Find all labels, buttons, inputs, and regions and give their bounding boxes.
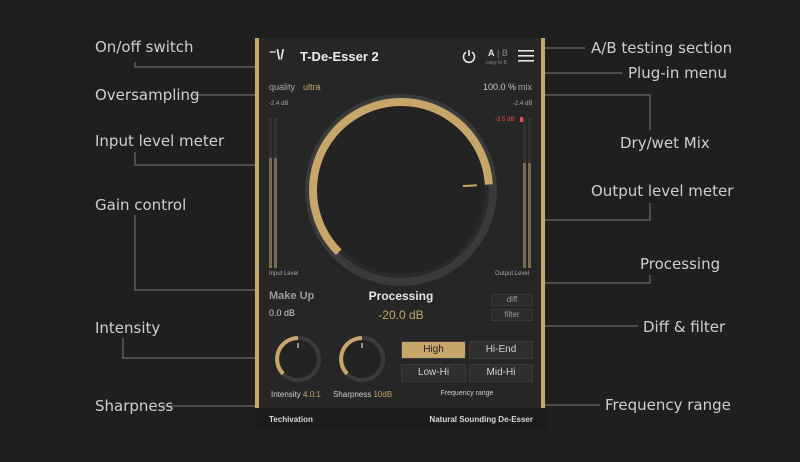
mix-label: mix — [518, 82, 532, 92]
input-level-label: Input Level — [269, 271, 299, 277]
plugin-footer: Techivation Natural Sounding De-Esser — [255, 408, 547, 430]
ab-copy-label[interactable]: copy to B — [486, 60, 507, 66]
output-level-label: Output Level — [495, 271, 530, 277]
footer-tagline: Natural Sounding De-Esser — [429, 415, 533, 424]
freq-hi-end-button[interactable]: Hi-End — [469, 341, 533, 359]
frequency-range-label: Frequency range — [440, 390, 494, 397]
footer-brand: Techivation — [269, 415, 313, 424]
power-icon — [462, 50, 476, 64]
intensity-label-text: Intensity — [271, 390, 301, 399]
callout-oversampling: Oversampling — [95, 86, 200, 104]
output-level-meter — [523, 118, 532, 268]
callout-ab-testing: A/B testing section — [591, 39, 733, 57]
sharpness-value[interactable]: 10dB — [373, 390, 392, 399]
freq-low-hi-button[interactable]: Low-Hi — [401, 364, 466, 382]
power-button[interactable] — [461, 48, 477, 64]
intensity-knob[interactable] — [273, 334, 323, 384]
sharpness-knob[interactable] — [337, 334, 387, 384]
sharpness-label: Sharpness 10dB — [333, 390, 392, 399]
plugin-logo: ⁻\/ — [269, 46, 285, 62]
filter-button[interactable]: filter — [491, 309, 533, 321]
callout-on-off-switch: On/off switch — [95, 38, 194, 56]
plugin-window: ⁻\/ T-De-Esser 2 A | B copy to B quality… — [255, 38, 547, 430]
plugin-title: T-De-Esser 2 — [300, 49, 379, 64]
input-level-meter — [269, 118, 278, 268]
sharpness-label-text: Sharpness — [333, 390, 372, 399]
output-db-readout: -2.4 dB — [513, 101, 533, 107]
callout-diff-filter: Diff & filter — [643, 318, 726, 336]
right-accent-bar — [541, 38, 545, 430]
ab-a[interactable]: A — [488, 48, 495, 58]
callout-frequency-range: Frequency range — [605, 396, 731, 414]
intensity-label: Intensity 4.0:1 — [271, 390, 321, 399]
processing-knob[interactable] — [303, 92, 499, 288]
ab-b[interactable]: B — [502, 48, 508, 58]
ab-separator: | — [497, 48, 500, 58]
input-db-readout: -2.4 dB — [269, 101, 289, 107]
left-accent-bar — [255, 38, 259, 430]
callout-sharpness: Sharpness — [95, 397, 174, 415]
callout-output-level-meter: Output level meter — [591, 182, 734, 200]
callout-dry-wet-mix: Dry/wet Mix — [620, 134, 710, 152]
quality-value[interactable]: ultra — [303, 82, 321, 92]
freq-high-button[interactable]: High — [401, 341, 466, 359]
callout-input-level-meter: Input level meter — [95, 132, 225, 150]
diff-button[interactable]: diff — [491, 294, 533, 306]
freq-mid-hi-button[interactable]: Mid-Hi — [469, 364, 533, 382]
callout-intensity: Intensity — [95, 319, 161, 337]
callout-processing: Processing — [640, 255, 721, 273]
mix-value[interactable]: 100.0 % — [483, 82, 516, 92]
intensity-value[interactable]: 4.0:1 — [303, 390, 321, 399]
menu-button[interactable] — [518, 49, 534, 63]
quality-label: quality — [269, 82, 296, 92]
callout-plugin-menu: Plug-in menu — [628, 64, 727, 82]
hamburger-menu-icon — [518, 50, 534, 62]
callout-gain-control: Gain control — [95, 196, 187, 214]
ab-switch[interactable]: A | B — [488, 48, 508, 58]
